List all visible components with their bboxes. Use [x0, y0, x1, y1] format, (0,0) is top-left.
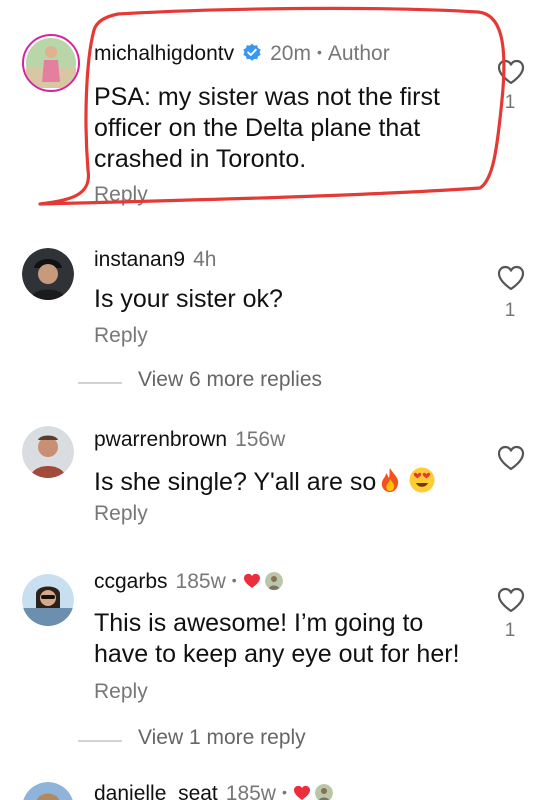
avatar[interactable] — [22, 248, 74, 300]
timestamp: 4h — [193, 248, 217, 271]
avatar[interactable] — [22, 782, 74, 800]
username[interactable]: ccgarbs — [94, 570, 168, 594]
view-more-divider — [78, 740, 122, 742]
comment-danielle-seat: danielle_seat 185w • — [0, 770, 551, 800]
like-button[interactable] — [496, 586, 526, 614]
comment-header: danielle_seat 185w • — [94, 782, 333, 800]
author-badge: Author — [327, 42, 390, 65]
comment-text-line: crashed in Toronto. — [94, 145, 307, 173]
comment-text-line: This is awesome! I’m going to — [94, 609, 424, 637]
liked-heart-icon — [293, 783, 311, 800]
separator-dot: • — [316, 44, 322, 60]
timestamp: 185w — [175, 570, 226, 593]
comment-text: PSA: my sister was not the first officer… — [94, 82, 440, 175]
like-button[interactable] — [496, 444, 526, 472]
comment-text: This is awesome! I’m going to have to ke… — [94, 608, 460, 670]
separator-dot: • — [231, 572, 237, 588]
view-more-divider — [78, 382, 122, 384]
comment-text: Is she single? Y'all are so — [94, 462, 436, 498]
timestamp: 156w — [235, 428, 286, 451]
comment-text: Is your sister ok? — [94, 284, 283, 315]
comment-instanan9: instanan9 4h Is your sister ok? Reply 1 … — [0, 230, 551, 400]
comment-header: pwarrenbrown 156w — [94, 428, 285, 452]
comment-text-line: have to keep any eye out for her! — [94, 640, 460, 668]
username[interactable]: pwarrenbrown — [94, 428, 227, 452]
avatar[interactable] — [22, 574, 74, 626]
comment-text-line: Is she single? Y'all are so — [94, 468, 377, 496]
separator-dot: • — [281, 784, 287, 800]
username[interactable]: danielle_seat — [94, 782, 218, 800]
heart-outline-icon — [497, 59, 525, 85]
comment-pwarrenbrown: pwarrenbrown 156w Is she single? Y'all a… — [0, 412, 551, 552]
view-more-label: View 6 more replies — [138, 368, 323, 391]
like-count: 1 — [504, 92, 516, 113]
comment-ccgarbs: ccgarbs 185w • This is awesome! I’m goin… — [0, 556, 551, 756]
heart-outline-icon — [497, 587, 525, 613]
reply-button[interactable]: Reply — [94, 680, 148, 704]
comment-text-line: officer on the Delta plane that — [94, 114, 421, 142]
comment-header: instanan9 4h — [94, 248, 216, 272]
comment-text-line: PSA: my sister was not the first — [94, 83, 440, 111]
username[interactable]: instanan9 — [94, 248, 185, 272]
like-count: 1 — [504, 300, 516, 321]
timestamp: 20m — [270, 42, 311, 65]
comment-text-line: Is your sister ok? — [94, 285, 283, 313]
comment-header: ccgarbs 185w • — [94, 570, 283, 594]
heart-outline-icon — [497, 445, 525, 471]
reply-button[interactable]: Reply — [94, 502, 148, 526]
like-button[interactable] — [496, 58, 526, 86]
username[interactable]: michalhigdontv — [94, 42, 234, 66]
comment-header: michalhigdontv 20m • Author — [94, 40, 390, 66]
timestamp: 185w — [225, 782, 276, 800]
reply-button[interactable]: Reply — [94, 324, 148, 348]
reply-button[interactable]: Reply — [94, 183, 148, 207]
fire-emoji — [376, 466, 404, 494]
like-count: 1 — [504, 620, 516, 641]
view-more-replies-button[interactable]: View 1 more reply — [0, 726, 551, 756]
like-button[interactable] — [496, 264, 526, 292]
view-more-label: View 1 more reply — [138, 726, 306, 749]
liked-heart-icon — [243, 571, 261, 588]
view-more-replies-button[interactable]: View 6 more replies — [0, 368, 551, 398]
author-avatar-mini — [264, 572, 283, 590]
avatar[interactable] — [22, 426, 74, 478]
comments-screen: michalhigdontv 20m • Author PSA: my sist… — [0, 0, 551, 800]
avatar[interactable] — [22, 34, 80, 92]
comment-michalhigdontv: michalhigdontv 20m • Author PSA: my sist… — [0, 0, 551, 230]
heart-eyes-emoji — [408, 466, 436, 494]
author-avatar-mini — [314, 784, 333, 800]
heart-outline-icon — [497, 265, 525, 291]
verified-badge-icon — [242, 43, 262, 63]
